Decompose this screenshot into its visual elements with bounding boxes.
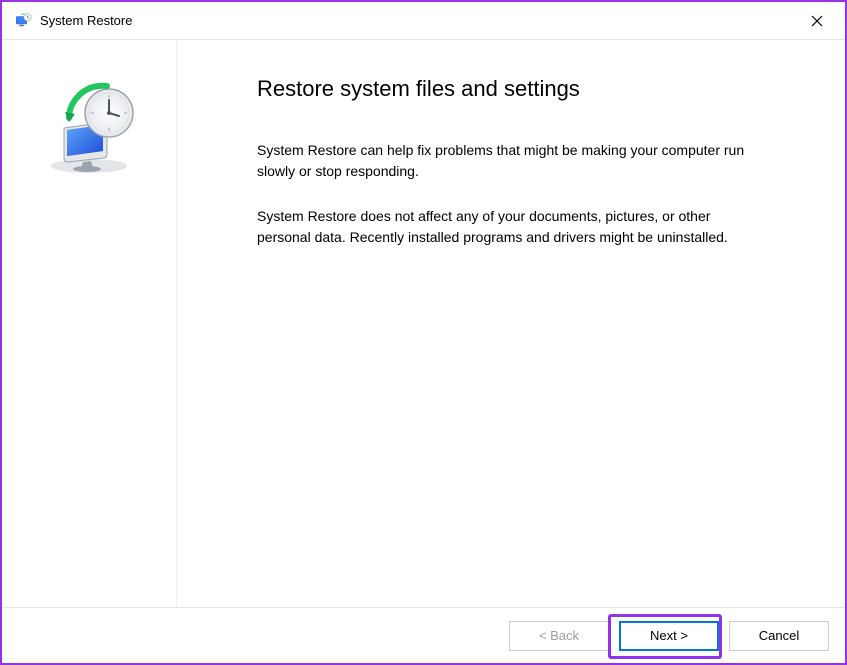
system-restore-icon [14, 12, 32, 30]
system-restore-window: System Restore [0, 0, 847, 665]
footer: < Back Next > Cancel [2, 607, 845, 663]
system-restore-large-icon [39, 78, 139, 178]
titlebar: System Restore [2, 2, 845, 40]
sidebar [2, 40, 177, 607]
page-heading: Restore system files and settings [257, 76, 785, 102]
cancel-button[interactable]: Cancel [729, 621, 829, 651]
close-button[interactable] [797, 7, 837, 35]
window-title: System Restore [40, 13, 132, 28]
body-area: Restore system files and settings System… [2, 40, 845, 607]
content-area: Restore system files and settings System… [177, 40, 845, 607]
back-button: < Back [509, 621, 609, 651]
intro-paragraph-1: System Restore can help fix problems tha… [257, 140, 747, 182]
next-button[interactable]: Next > [619, 621, 719, 651]
close-icon [811, 15, 823, 27]
intro-paragraph-2: System Restore does not affect any of yo… [257, 206, 747, 248]
